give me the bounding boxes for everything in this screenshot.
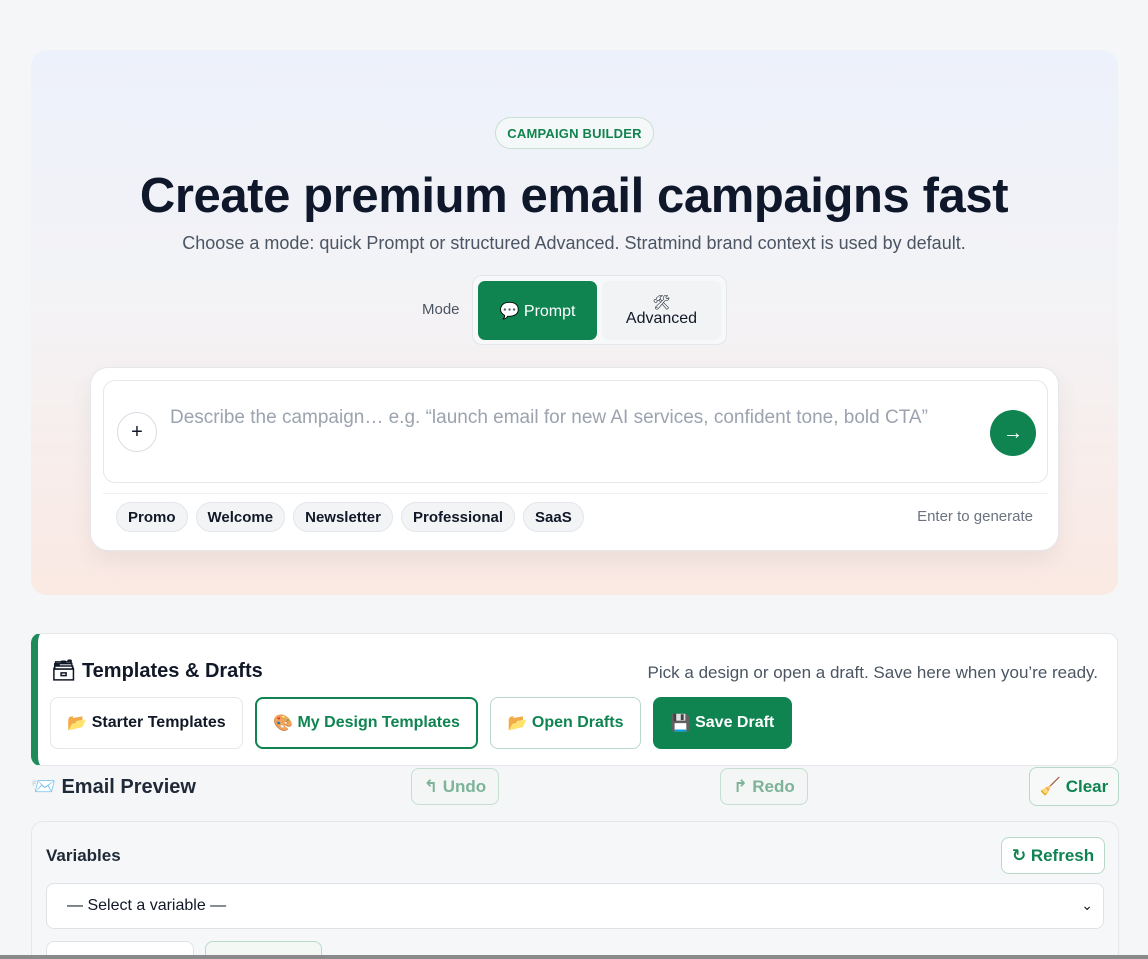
prompt-composer: + → Promo Welcome Newsletter Professiona… [90, 367, 1059, 551]
prompt-mode-label: Prompt [523, 302, 576, 320]
chip-saas[interactable]: SaaS [523, 502, 584, 532]
enter-hint: Enter to generate [917, 508, 1033, 525]
variable-select[interactable]: — Select a variable — ⌄ [46, 883, 1104, 929]
my-design-templates-label: My Design Templates [297, 714, 460, 731]
starter-templates-label: Starter Templates [91, 714, 226, 731]
undo-icon: ↰ [423, 776, 439, 796]
save-draft-button[interactable]: 💾 Save Draft [653, 697, 792, 749]
undo-label: Undo [442, 776, 487, 796]
redo-button[interactable]: ↱ Redo [720, 768, 808, 805]
variables-title: Variables [46, 846, 121, 865]
speech-bubble-icon: 💬 [499, 302, 520, 320]
starter-templates-button[interactable]: 📂 Starter Templates [50, 697, 243, 749]
email-preview-title: 📨 Email Preview [31, 774, 196, 799]
undo-button[interactable]: ↰ Undo [411, 768, 499, 805]
open-drafts-button[interactable]: 📂 Open Drafts [490, 697, 641, 749]
plus-icon: + [131, 420, 143, 443]
chip-professional[interactable]: Professional [400, 502, 516, 532]
advanced-mode-label: Advanced [625, 309, 698, 327]
preset-chips: Promo Welcome Newsletter Professional Sa… [116, 502, 584, 532]
campaign-prompt-input[interactable] [170, 403, 970, 465]
chip-welcome[interactable]: Welcome [195, 502, 286, 532]
variable-select-value: — Select a variable — [67, 897, 227, 914]
variables-panel: Variables ↻ Refresh — Select a variable … [31, 821, 1119, 959]
arrow-right-icon: → [1003, 421, 1023, 444]
window-bottom-edge [0, 955, 1148, 959]
clear-label: Clear [1065, 776, 1109, 796]
folder-icon: 📂 [67, 715, 88, 732]
templates-drafts-panel: 🗃 Templates & Drafts Pick a design or op… [31, 633, 1118, 766]
chevron-down-icon: ⌄ [1081, 897, 1093, 913]
refresh-icon: ↻ [1011, 845, 1027, 865]
folder-open-icon: 📂 [507, 715, 528, 732]
floppy-disk-icon: 💾 [670, 715, 691, 732]
add-attachment-button[interactable]: + [117, 412, 157, 452]
redo-label: Redo [752, 776, 795, 796]
chip-newsletter[interactable]: Newsletter [293, 502, 393, 532]
page-subtitle: Choose a mode: quick Prompt or structure… [182, 233, 966, 253]
envelope-tray-icon: 📨 [31, 776, 56, 798]
composer-divider [103, 493, 1048, 494]
tools-icon: 🛠 [652, 293, 671, 310]
open-drafts-label: Open Drafts [531, 714, 624, 731]
save-draft-label: Save Draft [695, 714, 775, 731]
templates-title-text: Templates & Drafts [81, 660, 263, 682]
prompt-mode-button[interactable]: 💬 Prompt [478, 281, 597, 340]
refresh-label: Refresh [1030, 845, 1095, 865]
templates-hint: Pick a design or open a draft. Save here… [647, 663, 1098, 682]
card-box-icon: 🗃 [51, 660, 77, 682]
page-title: Create premium email campaigns fast [139, 169, 1009, 223]
redo-icon: ↱ [733, 776, 748, 796]
email-preview-title-text: Email Preview [61, 776, 196, 798]
refresh-variables-button[interactable]: ↻ Refresh [1001, 837, 1105, 874]
mode-label: Mode [422, 301, 460, 318]
chip-promo[interactable]: Promo [116, 502, 188, 532]
palette-icon: 🎨 [273, 715, 294, 732]
broom-icon: 🧹 [1039, 776, 1061, 796]
campaign-builder-badge: CAMPAIGN BUILDER [495, 117, 654, 149]
advanced-mode-button[interactable]: 🛠 Advanced [602, 281, 721, 340]
prompt-input-box: + → [103, 380, 1048, 483]
clear-button[interactable]: 🧹 Clear [1029, 767, 1119, 806]
mode-switch: 💬 Prompt 🛠 Advanced [472, 275, 727, 345]
generate-button[interactable]: → [990, 410, 1036, 456]
my-design-templates-button[interactable]: 🎨 My Design Templates [255, 697, 478, 749]
templates-title: 🗃 Templates & Drafts [51, 658, 263, 683]
